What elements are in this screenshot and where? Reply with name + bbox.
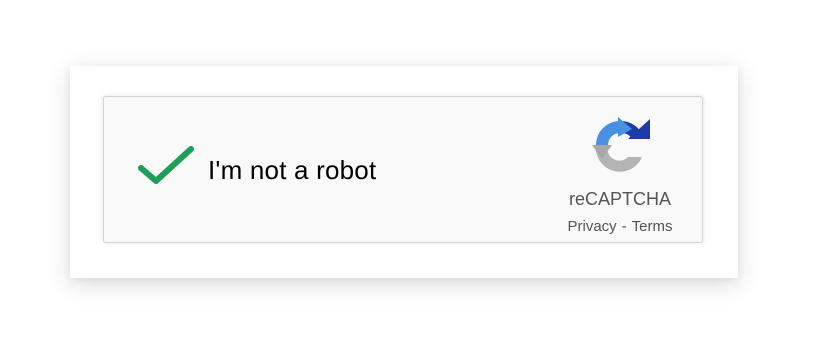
legal-links: Privacy - Terms <box>554 218 686 236</box>
brand-name: reCAPTCHA <box>568 189 671 209</box>
recaptcha-logo-icon <box>592 117 650 172</box>
checkmark-icon <box>138 146 194 184</box>
link-separator: - <box>621 218 627 235</box>
robot-checkbox[interactable] <box>136 141 196 191</box>
captcha-card: I'm not a robot reCAPTCHA Privacy - Terms <box>70 66 738 278</box>
recaptcha-widget: I'm not a robot reCAPTCHA Privacy - Terms <box>103 96 703 243</box>
page: I'm not a robot reCAPTCHA Privacy - Terms <box>0 0 816 349</box>
privacy-link[interactable]: Privacy <box>567 218 616 235</box>
checkbox-label: I'm not a robot <box>208 155 377 185</box>
recaptcha-branding: reCAPTCHA Privacy - Terms <box>554 115 686 236</box>
terms-link[interactable]: Terms <box>632 218 673 235</box>
